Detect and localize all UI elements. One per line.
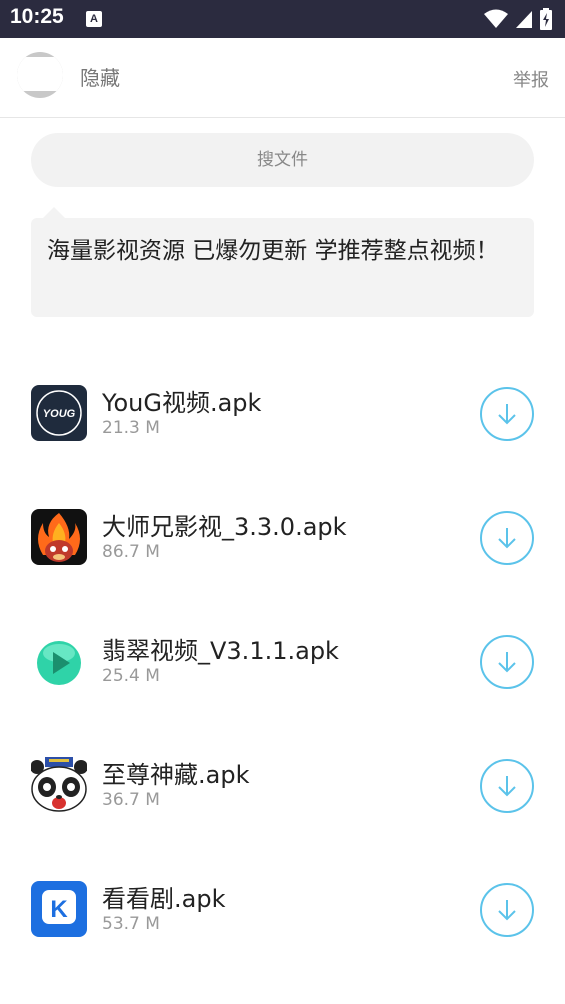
wifi-icon (483, 9, 508, 28)
header: 隐藏 举报 (0, 38, 565, 118)
kankanju-app-icon: K (31, 881, 87, 937)
feicui-play-app-icon (31, 633, 87, 689)
youg-icon-text: YOUG (43, 408, 76, 420)
download-arrow-icon (498, 528, 516, 549)
battery-charging-icon (540, 8, 552, 30)
report-button[interactable]: 举报 (513, 66, 549, 92)
bubble-tip (43, 207, 65, 218)
status-time: 10:25 (10, 5, 64, 28)
file-item[interactable]: 至尊神藏.apk 36.7 M (0, 723, 565, 847)
file-item[interactable]: 大师兄影视_3.3.0.apk 86.7 M (0, 475, 565, 599)
file-name: 大师兄影视_3.3.0.apk (102, 513, 347, 541)
message-bubble: 海量影视资源 已爆勿更新 学推荐整点视频！ (31, 218, 534, 317)
hide-label[interactable]: 隐藏 (80, 62, 120, 91)
file-item[interactable]: 翡翠视频_V3.1.1.apk 25.4 M (0, 599, 565, 723)
dashixiong-app-icon (31, 509, 87, 565)
avatar[interactable] (17, 52, 63, 98)
status-icons (483, 8, 553, 30)
download-button[interactable] (480, 387, 534, 441)
youg-app-icon: YOUG (31, 385, 87, 441)
file-name: 至尊神藏.apk (102, 761, 250, 789)
file-name: 翡翠视频_V3.1.1.apk (102, 637, 339, 665)
panda-app-icon (31, 757, 87, 813)
file-size: 21.3 M (102, 418, 160, 438)
search-input[interactable]: 搜文件 (31, 133, 534, 187)
download-button[interactable] (480, 511, 534, 565)
file-size: 36.7 M (102, 790, 160, 810)
notification-a-icon: A (86, 11, 102, 27)
signal-icon (515, 11, 532, 28)
file-item[interactable]: YOUG YouG视频.apk 21.3 M (0, 351, 565, 475)
kankanju-icon-text: K (50, 896, 68, 923)
file-list: YOUG YouG视频.apk 21.3 M 大师兄影视_3.3.0.apk 8… (0, 351, 565, 971)
download-button[interactable] (480, 883, 534, 937)
download-arrow-icon (498, 404, 516, 425)
status-bar: 10:25 A (0, 0, 565, 38)
download-arrow-icon (498, 652, 516, 673)
avatar-image (17, 57, 63, 91)
file-size: 86.7 M (102, 542, 160, 562)
download-button[interactable] (480, 635, 534, 689)
file-size: 25.4 M (102, 666, 160, 686)
download-button[interactable] (480, 759, 534, 813)
file-item[interactable]: K 看看剧.apk 53.7 M (0, 847, 565, 971)
file-name: 看看剧.apk (102, 885, 226, 913)
download-arrow-icon (498, 776, 516, 797)
file-size: 53.7 M (102, 914, 160, 934)
download-arrow-icon (498, 900, 516, 921)
file-name: YouG视频.apk (102, 389, 262, 417)
